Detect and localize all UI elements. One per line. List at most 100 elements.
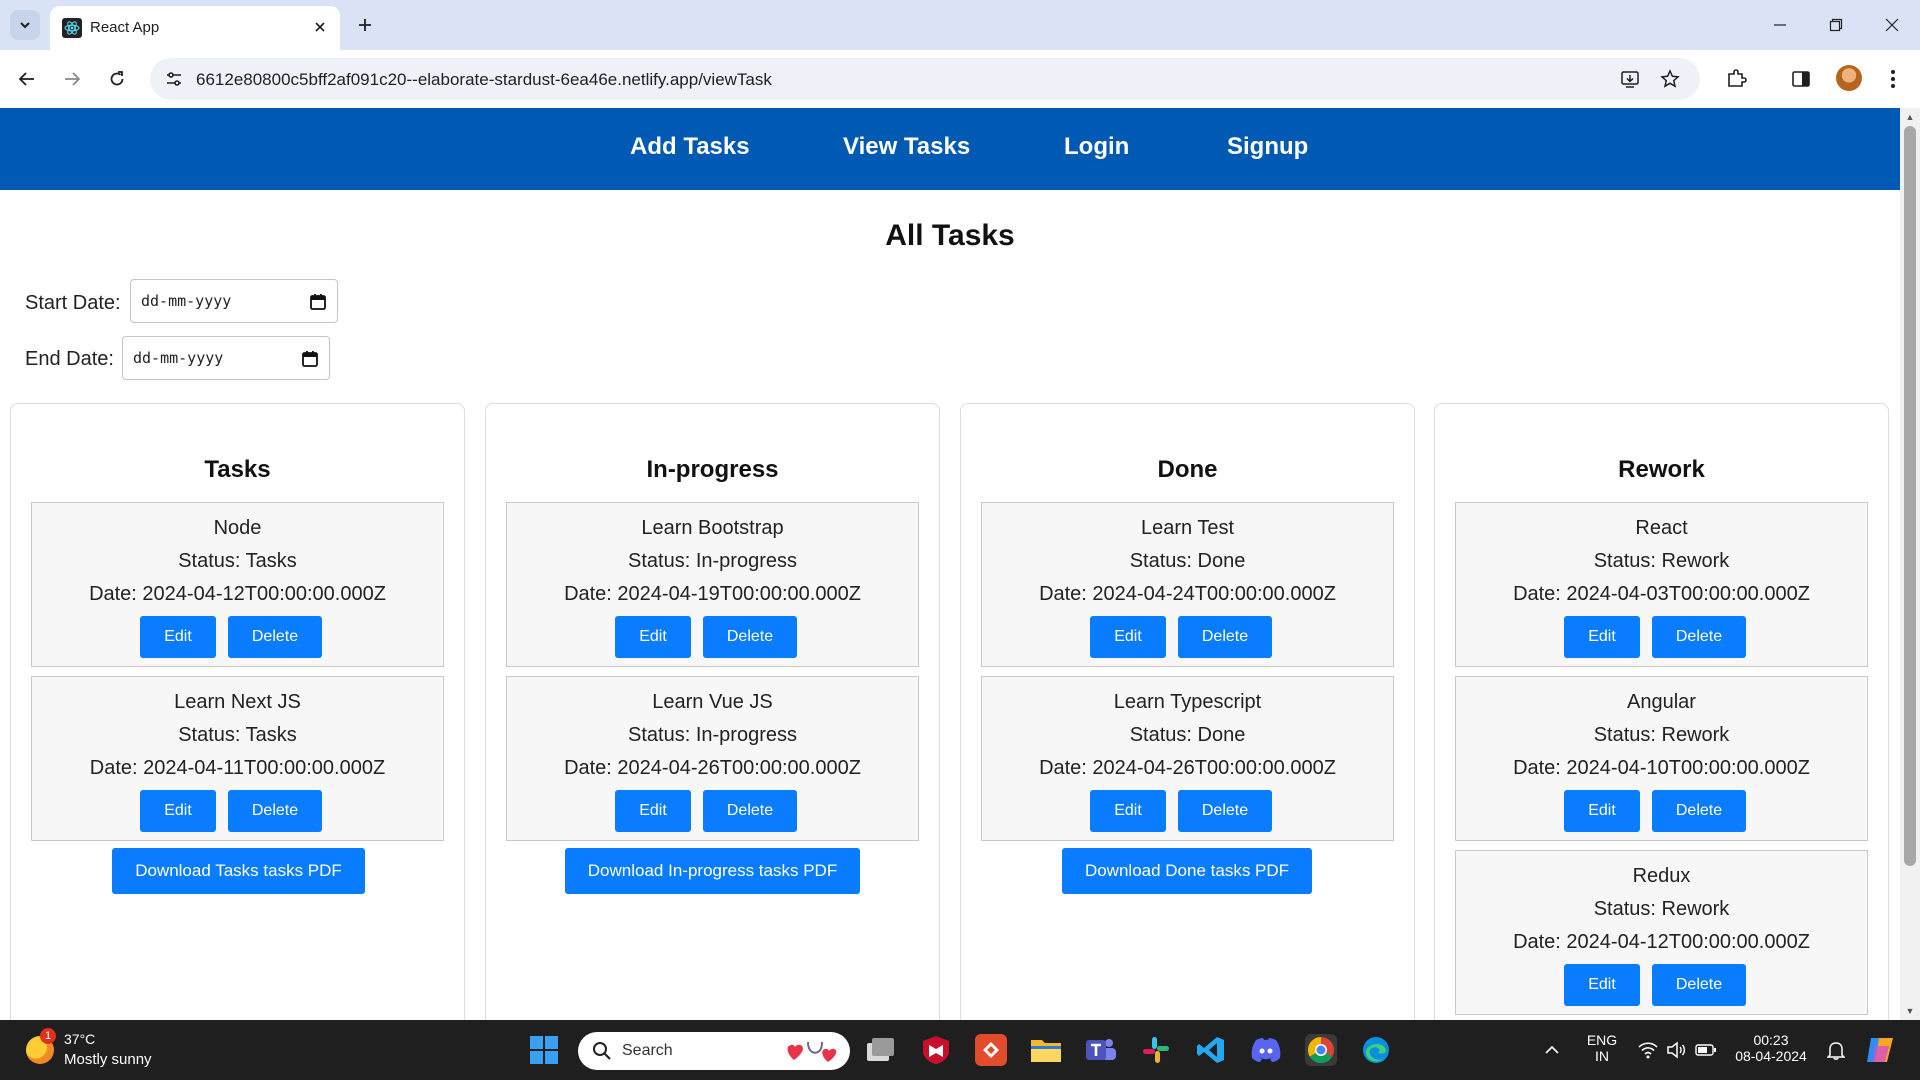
page-scrollbar[interactable]: ▲ ▼	[1900, 108, 1920, 1020]
download-done-pdf-button[interactable]: Download Done tasks PDF	[1062, 848, 1312, 894]
reload-button[interactable]	[102, 64, 132, 94]
close-icon	[315, 22, 325, 32]
taskbar-search[interactable]: Search	[578, 1032, 850, 1070]
edge-app[interactable]	[1360, 1034, 1392, 1066]
plus-icon	[359, 19, 371, 31]
browser-tab-bar: React App	[0, 0, 1920, 50]
show-hidden-icons-button[interactable]	[1536, 1034, 1568, 1066]
calendar-icon[interactable]	[301, 350, 319, 368]
notifications-button[interactable]	[1820, 1034, 1852, 1066]
nav-signup[interactable]: Signup	[1227, 133, 1308, 161]
delete-button[interactable]: Delete	[228, 790, 322, 832]
back-button[interactable]	[12, 64, 42, 94]
speaker-icon	[1667, 1041, 1686, 1059]
close-window-button[interactable]	[1864, 0, 1920, 50]
anydesk-icon	[983, 1042, 999, 1058]
delete-button[interactable]: Delete	[1652, 964, 1746, 1006]
start-date-placeholder: dd-mm-yyyy	[141, 292, 232, 310]
task-status: Status: In-progress	[628, 550, 797, 572]
chevron-down-icon	[20, 22, 30, 29]
start-button[interactable]	[528, 1034, 560, 1066]
nav-view-tasks[interactable]: View Tasks	[843, 133, 970, 161]
vscode-app[interactable]	[1195, 1034, 1227, 1066]
chevron-up-icon	[1545, 1045, 1559, 1054]
task-view-button[interactable]	[865, 1034, 897, 1066]
bell-icon	[1827, 1042, 1845, 1060]
close-icon	[1885, 18, 1899, 32]
delete-button[interactable]: Delete	[1652, 616, 1746, 658]
profile-avatar[interactable]	[1836, 65, 1862, 91]
address-bar[interactable]: 6612e80800c5bff2af091c20--elaborate-star…	[150, 58, 1700, 100]
anydesk-app[interactable]	[975, 1034, 1007, 1066]
chrome-app[interactable]	[1305, 1034, 1337, 1066]
edit-button[interactable]: Edit	[1090, 616, 1166, 658]
task-card: Node Status: Tasks Date: 2024-04-12T00:0…	[31, 502, 444, 667]
edit-button[interactable]: Edit	[615, 790, 691, 832]
column-title: In-progress	[646, 456, 779, 483]
task-date: Date: 2024-04-12T00:00:00.000Z	[89, 583, 386, 605]
delete-button[interactable]: Delete	[228, 616, 322, 658]
page-viewport: Add Tasks View Tasks Login Signup All Ta…	[0, 108, 1900, 1020]
battery-icon	[1695, 1044, 1716, 1056]
edit-button[interactable]: Edit	[140, 790, 216, 832]
site-info-button[interactable]	[162, 67, 186, 91]
scroll-down-arrow-icon[interactable]: ▼	[1905, 1006, 1915, 1016]
slack-icon	[1143, 1037, 1169, 1063]
end-date-input[interactable]: dd-mm-yyyy	[122, 336, 330, 380]
edit-button[interactable]: Edit	[1564, 616, 1640, 658]
delete-button[interactable]: Delete	[703, 790, 797, 832]
bookmark-button[interactable]	[1658, 67, 1682, 91]
edit-button[interactable]: Edit	[140, 616, 216, 658]
mcafee-app[interactable]	[920, 1034, 952, 1066]
url-text[interactable]: 6612e80800c5bff2af091c20--elaborate-star…	[196, 70, 772, 90]
nav-add-tasks[interactable]: Add Tasks	[630, 133, 750, 161]
forward-button[interactable]	[57, 64, 87, 94]
tab-close-button[interactable]	[308, 15, 332, 39]
tab-react-app[interactable]: React App	[50, 6, 340, 50]
column-tasks: Tasks Node Status: Tasks Date: 2024-04-1…	[10, 403, 465, 1020]
language-indicator[interactable]: ENG IN	[1584, 1032, 1620, 1064]
tab-search-button[interactable]	[10, 10, 40, 40]
task-status: Status: Rework	[1593, 550, 1730, 572]
clock[interactable]: 00:23 08-04-2024	[1726, 1032, 1816, 1064]
teams-app[interactable]	[1085, 1034, 1117, 1066]
edit-button[interactable]: Edit	[1564, 790, 1640, 832]
copilot-button[interactable]	[1864, 1034, 1896, 1066]
puzzle-icon	[1728, 69, 1747, 87]
edit-button[interactable]: Edit	[615, 616, 691, 658]
windows-taskbar: 1 37°C Mostly sunny Search ENG IN 00:23 …	[0, 1020, 1920, 1080]
task-card: Learn Next JS Status: Tasks Date: 2024-0…	[31, 676, 444, 841]
start-date-input[interactable]: dd-mm-yyyy	[130, 279, 338, 323]
volume-button[interactable]	[1660, 1034, 1692, 1066]
new-tab-button[interactable]	[350, 10, 380, 40]
discord-app[interactable]	[1250, 1034, 1282, 1066]
task-name: Learn Typescript	[1113, 691, 1262, 713]
edit-button[interactable]: Edit	[1090, 790, 1166, 832]
scroll-up-arrow-icon[interactable]: ▲	[1905, 112, 1915, 122]
more-vertical-icon	[1891, 70, 1895, 88]
reload-icon	[110, 71, 124, 86]
browser-menu-button[interactable]	[1880, 66, 1906, 92]
minimize-button[interactable]	[1752, 0, 1808, 50]
delete-button[interactable]: Delete	[1652, 790, 1746, 832]
install-app-button[interactable]	[1618, 67, 1642, 91]
delete-button[interactable]: Delete	[703, 616, 797, 658]
nav-login[interactable]: Login	[1064, 133, 1129, 161]
restore-button[interactable]	[1808, 0, 1864, 50]
minimize-icon	[1774, 24, 1786, 26]
file-explorer-app[interactable]	[1030, 1034, 1062, 1066]
delete-button[interactable]: Delete	[1178, 790, 1272, 832]
download-in-progress-pdf-button[interactable]: Download In-progress tasks PDF	[565, 848, 860, 894]
edit-button[interactable]: Edit	[1564, 964, 1640, 1006]
side-panel-button[interactable]	[1788, 66, 1814, 92]
slack-app[interactable]	[1140, 1034, 1172, 1066]
download-tasks-pdf-button[interactable]: Download Tasks tasks PDF	[112, 848, 365, 894]
delete-button[interactable]: Delete	[1178, 616, 1272, 658]
column-done: Done Learn Test Status: Done Date: 2024-…	[960, 403, 1415, 1020]
extensions-button[interactable]	[1723, 66, 1749, 92]
calendar-icon[interactable]	[309, 293, 327, 311]
react-logo-icon	[62, 18, 82, 38]
task-status: Status: In-progress	[628, 724, 797, 746]
battery-button[interactable]	[1690, 1034, 1722, 1066]
scrollbar-thumb[interactable]	[1904, 126, 1916, 866]
